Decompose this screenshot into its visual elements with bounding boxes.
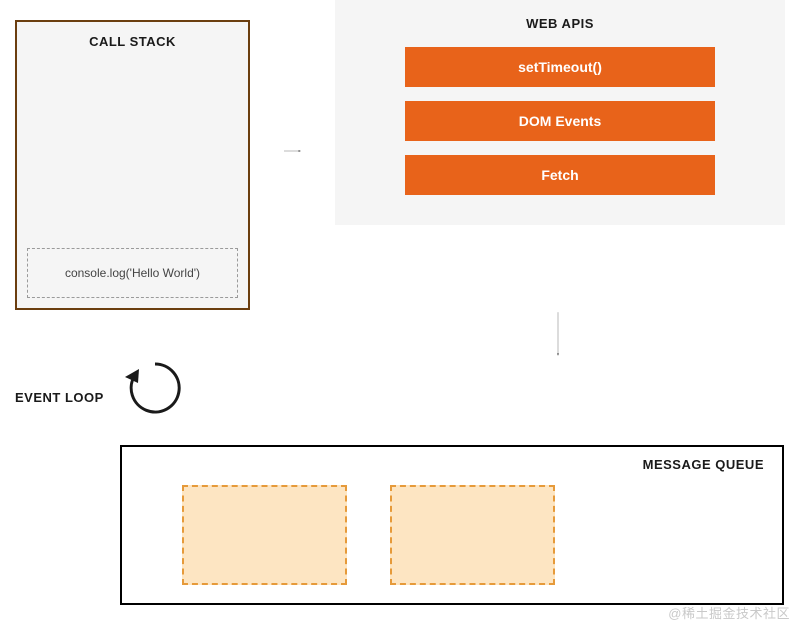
web-apis-title: WEB APIS [365,10,755,47]
web-apis-panel: WEB APIS setTimeout() DOM Events Fetch [335,0,785,225]
queue-slot [390,485,555,585]
message-queue-title: MESSAGE QUEUE [643,457,764,472]
arrow-callstack-to-webapis [250,150,335,152]
api-fetch: Fetch [405,155,715,195]
call-stack-panel: CALL STACK console.log('Hello World') [15,20,250,310]
arrow-webapis-to-queue [557,225,559,443]
message-queue-panel: MESSAGE QUEUE [120,445,784,605]
event-loop-icon [125,358,185,418]
call-stack-title: CALL STACK [17,22,248,49]
stack-frame: console.log('Hello World') [27,248,238,298]
event-loop-label: EVENT LOOP [15,390,104,405]
queue-slot [182,485,347,585]
watermark: @稀土掘金技术社区 [668,603,790,622]
api-settimeout: setTimeout() [405,47,715,87]
api-dom-events: DOM Events [405,101,715,141]
